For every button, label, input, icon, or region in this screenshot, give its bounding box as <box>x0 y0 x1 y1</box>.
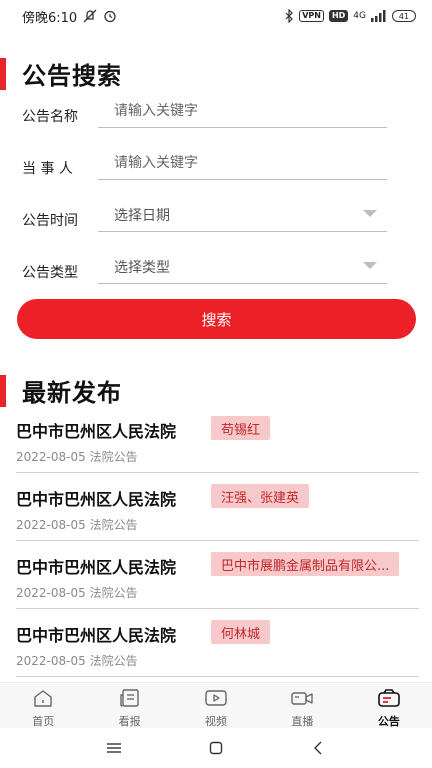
party-label: 当 事 人 <box>22 161 73 177</box>
system-nav-bar <box>0 728 432 768</box>
item-court: 巴中市巴州区人民法院 <box>16 558 177 577</box>
item-type: 法院公告 <box>89 586 138 600</box>
signal-icon <box>371 10 387 22</box>
chevron-down-icon <box>363 262 377 269</box>
notice-name-field[interactable] <box>98 94 387 128</box>
battery-indicator: 41 <box>392 10 416 22</box>
search-section-title: 公告搜索 <box>22 62 122 90</box>
form-row-notice-time: 公告时间 选择日期 <box>22 192 387 232</box>
list-item[interactable]: 巴中市巴州区人民法院 苟锡红 2022-08-05 法院公告 <box>16 405 419 473</box>
item-party-tag: 苟锡红 <box>211 416 271 440</box>
square-icon <box>209 741 223 755</box>
home-nav-button[interactable] <box>205 737 227 759</box>
tab-video[interactable]: 视频 <box>173 683 259 728</box>
notice-name-label: 公告名称 <box>22 109 78 125</box>
tab-newspaper-label: 看报 <box>118 715 141 728</box>
vpn-badge: VPN <box>299 10 324 22</box>
party-field[interactable] <box>98 146 387 180</box>
form-row-party: 当 事 人 <box>22 140 387 180</box>
tab-home-label: 首页 <box>32 715 55 728</box>
section-accent-bar <box>0 374 6 407</box>
party-input[interactable] <box>114 154 387 171</box>
tab-home[interactable]: 首页 <box>0 683 86 728</box>
item-meta: 2022-08-05 法院公告 <box>16 448 138 465</box>
item-date: 2022-08-05 <box>16 654 86 668</box>
item-meta: 2022-08-05 法院公告 <box>16 584 138 601</box>
item-party-tag: 汪强、张建英 <box>211 484 310 508</box>
status-bar: 傍晚6:10 VPN HD 4G 41 <box>0 0 432 32</box>
notice-icon <box>377 688 401 711</box>
item-party-tag: 巴中市展鹏金属制品有限公... <box>211 552 400 576</box>
notice-name-input[interactable] <box>114 102 387 119</box>
status-right: VPN HD 4G 41 <box>284 9 416 23</box>
item-meta: 2022-08-05 法院公告 <box>16 516 138 533</box>
list-item[interactable]: 巴中市巴州区人民法院 何林城 2022-08-05 法院公告 <box>16 609 419 677</box>
list-item[interactable]: 巴中市巴州区人民法院 汪强、张建英 2022-08-05 法院公告 <box>16 473 419 541</box>
item-date: 2022-08-05 <box>16 450 86 464</box>
hd-badge: HD <box>328 10 349 22</box>
latest-section-header: 最新发布 <box>0 373 122 408</box>
search-section-header: 公告搜索 <box>0 56 122 91</box>
bottom-tab-bar: 首页 看报 视频 直播 公告 <box>0 682 432 728</box>
type-select[interactable]: 选择类型 <box>98 250 387 284</box>
tab-notice-label: 公告 <box>377 715 400 728</box>
tab-video-label: 视频 <box>205 715 228 728</box>
live-icon <box>290 688 314 711</box>
form-row-notice-type: 公告类型 选择类型 <box>22 244 387 284</box>
network-type: 4G <box>353 11 366 21</box>
date-select-value: 选择日期 <box>114 207 170 224</box>
list-item[interactable]: 巴中市巴州区人民法院 巴中市展鹏金属制品有限公... 2022-08-05 法院… <box>16 541 419 609</box>
tab-newspaper[interactable]: 看报 <box>86 683 172 728</box>
menu-icon <box>107 743 121 753</box>
search-button[interactable]: 搜索 <box>17 299 416 339</box>
home-icon <box>31 688 55 711</box>
latest-section-title: 最新发布 <box>22 379 122 407</box>
notice-time-label: 公告时间 <box>22 213 78 229</box>
item-meta: 2022-08-05 法院公告 <box>16 652 138 669</box>
date-select[interactable]: 选择日期 <box>98 198 387 232</box>
back-nav-button[interactable] <box>307 737 329 759</box>
item-court: 巴中市巴州区人民法院 <box>16 626 177 645</box>
chevron-down-icon <box>363 210 377 217</box>
tab-live-label: 直播 <box>291 715 314 728</box>
newspaper-icon <box>118 688 142 711</box>
item-court: 巴中市巴州区人民法院 <box>16 422 177 441</box>
section-accent-bar <box>0 57 6 90</box>
item-date: 2022-08-05 <box>16 586 86 600</box>
status-left: 傍晚6:10 <box>22 7 117 26</box>
item-date: 2022-08-05 <box>16 518 86 532</box>
mute-icon <box>83 9 97 23</box>
tab-notice[interactable]: 公告 <box>346 683 432 728</box>
item-party-tag: 何林城 <box>211 620 271 644</box>
item-court: 巴中市巴州区人民法院 <box>16 490 177 509</box>
alarm-icon <box>103 9 117 23</box>
back-icon <box>314 741 322 755</box>
notice-type-label: 公告类型 <box>22 265 78 281</box>
video-icon <box>204 688 228 711</box>
form-row-notice-name: 公告名称 <box>22 88 387 128</box>
item-type: 法院公告 <box>89 654 138 668</box>
type-select-value: 选择类型 <box>114 259 170 276</box>
tab-live[interactable]: 直播 <box>259 683 345 728</box>
bluetooth-icon <box>284 9 294 23</box>
status-time: 傍晚6:10 <box>22 10 78 26</box>
item-type: 法院公告 <box>89 450 138 464</box>
item-type: 法院公告 <box>89 518 138 532</box>
menu-nav-button[interactable] <box>103 737 125 759</box>
